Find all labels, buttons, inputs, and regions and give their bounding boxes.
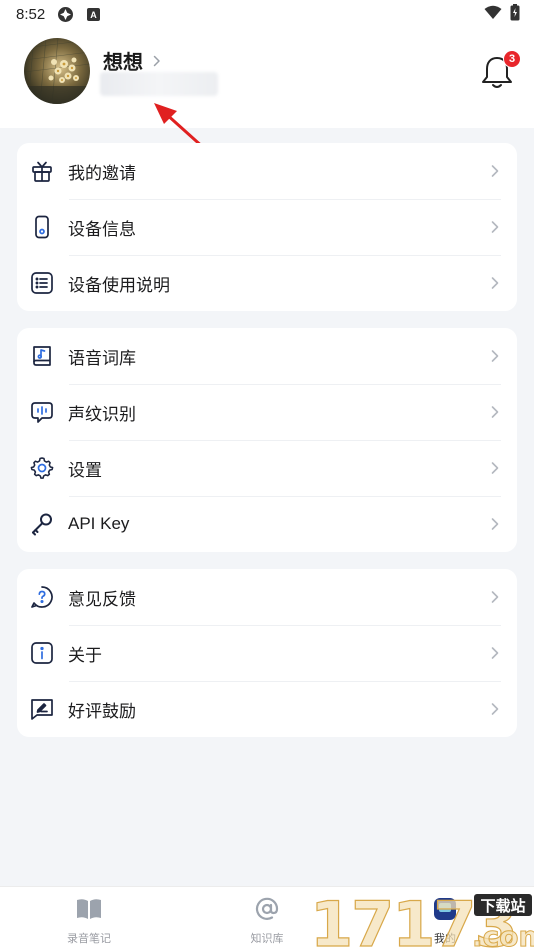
chevron-right-icon: [491, 518, 499, 531]
blurred-user-id: [100, 72, 218, 96]
menu-item-invite[interactable]: 我的邀请: [17, 143, 517, 199]
review-icon: [29, 696, 55, 722]
menu-label: 语音词库: [68, 348, 136, 368]
avatar[interactable]: [24, 38, 90, 104]
gift-icon: [29, 158, 55, 184]
menu-label: 意见反馈: [68, 589, 136, 609]
menu-label: 设置: [68, 460, 102, 480]
tab-label: 知识库: [250, 933, 284, 945]
notification-badge: 3: [503, 50, 521, 68]
tab-knowledge-base[interactable]: 知识库: [227, 897, 307, 946]
menu-card-1: 我的邀请 设备信息 设备使用说明: [17, 143, 517, 311]
wifi-icon: [484, 5, 502, 24]
profile-icon: [432, 897, 458, 926]
chevron-right-icon: [491, 277, 499, 290]
menu-card-3: 意见反馈 关于 好评鼓励: [17, 569, 517, 737]
menu-label: 我的邀请: [68, 163, 136, 183]
menu-label: 关于: [68, 645, 102, 665]
chevron-right-icon: [491, 406, 499, 419]
book-icon: [75, 897, 103, 926]
bottom-tab-bar: 录音笔记 知识库 我的: [0, 886, 534, 950]
tab-mine[interactable]: 我的: [405, 897, 485, 946]
tab-recording-notes[interactable]: 录音笔记: [49, 897, 129, 946]
svg-text:A: A: [90, 10, 97, 20]
menu-item-review[interactable]: 好评鼓励: [17, 681, 517, 737]
at-icon: [255, 897, 279, 926]
menu-label: 设备使用说明: [68, 275, 170, 295]
device-icon: [29, 214, 55, 240]
menu-label: 声纹识别: [68, 404, 136, 424]
menu-card-2: 语音词库 声纹识别 设置 API Key: [17, 328, 517, 552]
menu-item-about[interactable]: 关于: [17, 625, 517, 681]
chevron-right-icon: [491, 703, 499, 716]
status-time: 8:52: [16, 5, 46, 23]
username[interactable]: 想想: [103, 46, 143, 75]
list-icon: [29, 270, 55, 296]
menu-item-device-info[interactable]: 设备信息: [17, 199, 517, 255]
app-status-icon: [57, 6, 74, 23]
battery-icon: [510, 3, 520, 25]
gear-icon: [29, 455, 55, 481]
tab-label: 我的: [434, 933, 456, 945]
menu-label: 好评鼓励: [68, 701, 136, 721]
menu-item-voiceprint[interactable]: 声纹识别: [17, 384, 517, 440]
chevron-right-icon: [491, 221, 499, 234]
keyboard-status-icon: A: [86, 7, 101, 22]
profile-header: 想想 3: [0, 28, 534, 128]
menu-item-feedback[interactable]: 意见反馈: [17, 569, 517, 625]
status-bar: 8:52 A: [0, 0, 534, 28]
menu-item-voice-lexicon[interactable]: 语音词库: [17, 328, 517, 384]
chevron-right-icon: [491, 165, 499, 178]
menu-label: API Key: [68, 514, 130, 533]
menu-item-device-guide[interactable]: 设备使用说明: [17, 255, 517, 311]
chevron-right-icon: [491, 647, 499, 660]
menu-item-settings[interactable]: 设置: [17, 440, 517, 496]
chevron-right-icon: [491, 591, 499, 604]
key-icon: [29, 511, 55, 537]
question-icon: [29, 584, 55, 610]
chevron-right-icon: [491, 350, 499, 363]
menu-item-api-key[interactable]: API Key: [17, 496, 517, 552]
tab-label: 录音笔记: [67, 933, 111, 945]
chevron-right-icon[interactable]: [153, 55, 161, 67]
info-icon: [29, 640, 55, 666]
chevron-right-icon: [491, 462, 499, 475]
voiceprint-icon: [29, 399, 55, 425]
menu-label: 设备信息: [68, 219, 136, 239]
music-book-icon: [29, 343, 55, 369]
